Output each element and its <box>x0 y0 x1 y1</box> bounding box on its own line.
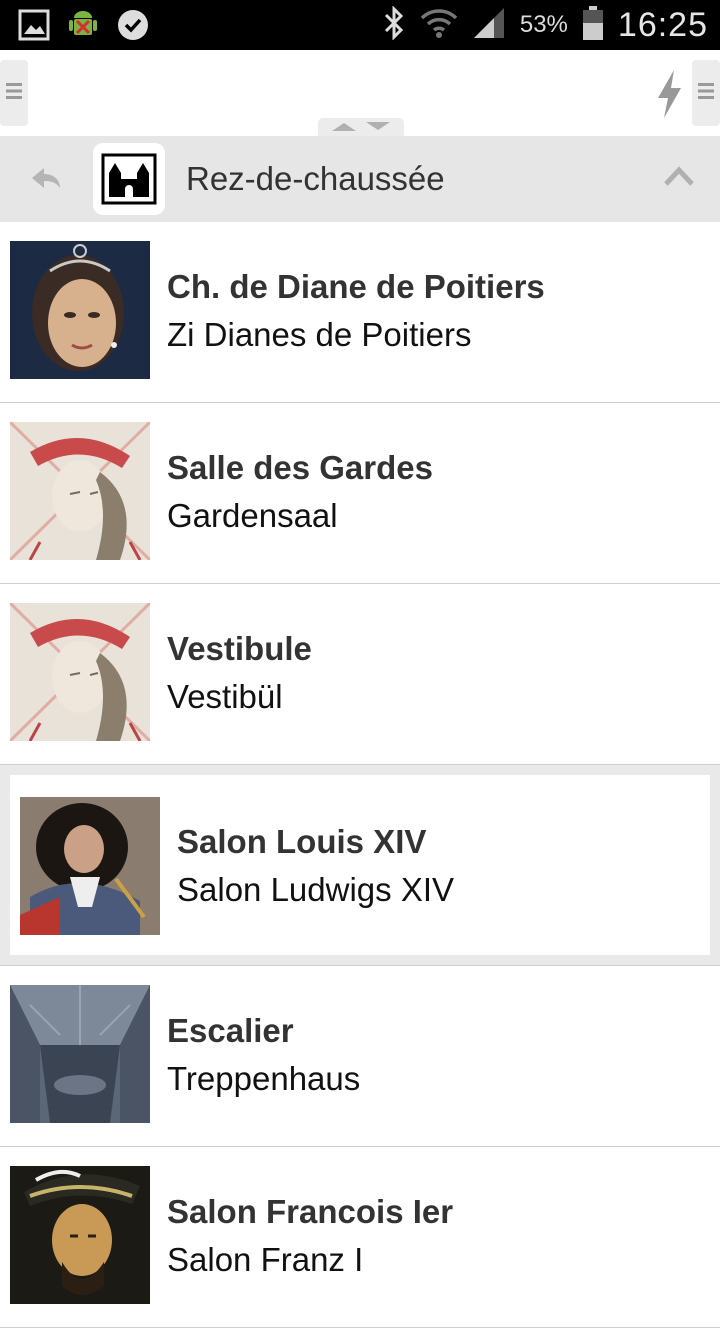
room-thumbnail <box>10 241 150 379</box>
battery-icon <box>582 5 604 46</box>
menu-handle-icon <box>4 79 24 108</box>
chevron-down-icon <box>364 119 392 137</box>
room-thumbnail <box>10 985 150 1123</box>
room-name: Salon Francois Ier <box>167 1193 454 1230</box>
bluetooth-icon <box>382 4 406 45</box>
list-item[interactable]: Salon Francois Ier Salon Franz I <box>0 1147 720 1328</box>
check-badge-icon <box>116 8 150 47</box>
room-translation: Salon Franz I <box>167 1241 364 1278</box>
signal-icon <box>472 6 506 45</box>
room-list: Ch. de Diane de Poitiers Zi Dianes de Po… <box>0 222 720 1328</box>
room-translation: Zi Dianes de Poitiers <box>167 316 472 353</box>
room-translation: Vestibül <box>167 678 283 715</box>
room-translation: Salon Ludwigs XIV <box>177 871 455 908</box>
chevron-up-icon <box>330 119 358 137</box>
list-item[interactable]: Ch. de Diane de Poitiers Zi Dianes de Po… <box>0 222 720 403</box>
picture-icon <box>18 9 50 46</box>
room-thumbnail <box>10 422 150 560</box>
room-thumbnail <box>10 1166 150 1304</box>
room-name: Escalier <box>167 1012 294 1049</box>
list-item[interactable]: Vestibule Vestibül <box>0 584 720 765</box>
room-translation: Gardensaal <box>167 497 338 534</box>
floor-header: Rez-de-chaussée <box>0 136 720 222</box>
left-drawer-handle[interactable] <box>0 60 28 126</box>
floor-title: Rez-de-chaussée <box>186 160 445 197</box>
room-name: Salon Louis XIV <box>177 823 427 860</box>
room-name: Vestibule <box>167 630 312 667</box>
menu-handle-icon <box>696 79 716 108</box>
flash-icon[interactable] <box>654 68 684 125</box>
back-button[interactable] <box>28 164 64 199</box>
wifi-icon <box>420 6 458 45</box>
collapse-button[interactable] <box>664 166 694 191</box>
list-item[interactable]: Escalier Treppenhaus <box>0 966 720 1147</box>
android-debug-icon <box>66 8 100 47</box>
list-item-selected[interactable]: Salon Louis XIV Salon Ludwigs XIV <box>0 765 720 966</box>
right-drawer-handle[interactable] <box>692 60 720 126</box>
room-thumbnail <box>20 797 160 935</box>
clock: 16:25 <box>617 5 708 44</box>
room-translation: Treppenhaus <box>167 1060 361 1097</box>
room-name: Salle des Gardes <box>167 449 433 486</box>
expand-grip[interactable] <box>318 118 404 138</box>
list-item[interactable]: Salle des Gardes Gardensaal <box>0 403 720 584</box>
room-thumbnail <box>10 603 150 741</box>
room-name: Ch. de Diane de Poitiers <box>167 268 545 305</box>
status-bar: 53% 16:25 <box>0 0 720 50</box>
castle-logo <box>93 143 165 215</box>
toolbar <box>0 50 720 138</box>
battery-percent: 53% <box>519 11 568 38</box>
